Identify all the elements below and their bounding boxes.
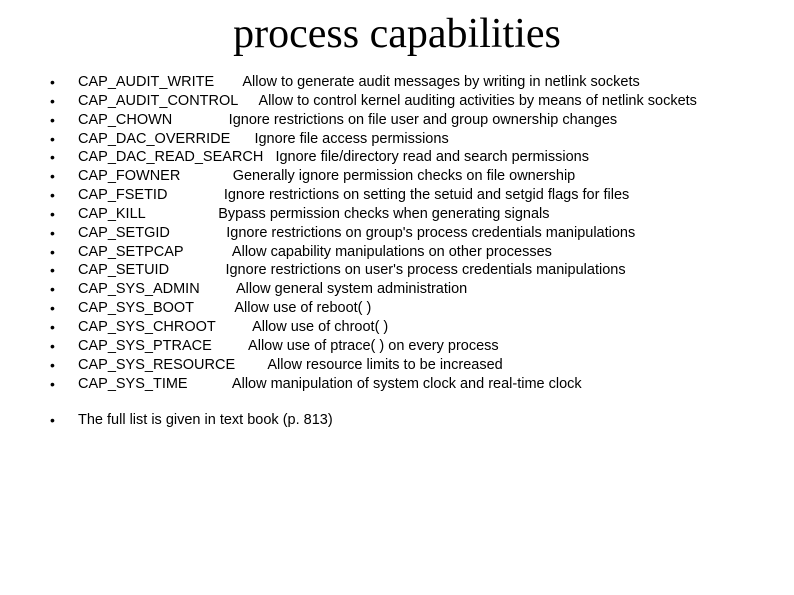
capability-item: CAP_FSETID Ignore restrictions on settin… (40, 186, 754, 205)
capability-name: CAP_SYS_RESOURCE (78, 357, 235, 373)
capability-name: CAP_KILL (78, 206, 146, 222)
capability-name: CAP_AUDIT_WRITE (78, 74, 214, 90)
capability-item: CAP_DAC_READ_SEARCH Ignore file/director… (40, 148, 754, 167)
capability-description: Allow to control kernel auditing activit… (259, 93, 697, 109)
capability-description: Ignore file/directory read and search pe… (275, 149, 589, 165)
capability-name: CAP_SETUID (78, 262, 169, 278)
capability-description: Ignore restrictions on file user and gro… (229, 112, 618, 128)
capability-description: Bypass permission checks when generating… (218, 206, 549, 222)
capability-name: CAP_CHOWN (78, 112, 172, 128)
capabilities-list: CAP_AUDIT_WRITE Allow to generate audit … (40, 73, 754, 393)
footer-list: The full list is given in text book (p. … (40, 411, 754, 430)
capability-description: Ignore restrictions on group's process c… (226, 225, 635, 241)
capability-name: CAP_SYS_CHROOT (78, 319, 216, 335)
capability-item: CAP_FOWNER Generally ignore permission c… (40, 167, 754, 186)
capability-description: Allow use of chroot( ) (252, 319, 388, 335)
capability-item: CAP_SYS_BOOT Allow use of reboot( ) (40, 299, 754, 318)
capability-item: CAP_KILL Bypass permission checks when g… (40, 205, 754, 224)
capability-description: Allow use of reboot( ) (234, 300, 371, 316)
capability-item: CAP_AUDIT_WRITE Allow to generate audit … (40, 73, 754, 92)
capability-description: Generally ignore permission checks on fi… (233, 168, 576, 184)
capability-name: CAP_SYS_TIME (78, 376, 188, 392)
capability-description: Allow to generate audit messages by writ… (242, 74, 639, 90)
capability-description: Allow general system administration (236, 281, 467, 297)
capability-name: CAP_SYS_PTRACE (78, 338, 212, 354)
capability-description: Ignore restrictions on setting the setui… (224, 187, 629, 203)
capability-description: Allow use of ptrace( ) on every process (248, 338, 499, 354)
capability-name: CAP_DAC_OVERRIDE (78, 131, 230, 147)
capability-description: Ignore restrictions on user's process cr… (225, 262, 625, 278)
capability-name: CAP_FSETID (78, 187, 167, 203)
capability-item: CAP_SYS_ADMIN Allow general system admin… (40, 280, 754, 299)
capability-description: Ignore file access permissions (254, 131, 448, 147)
capability-item: CAP_SYS_CHROOT Allow use of chroot( ) (40, 318, 754, 337)
capability-name: CAP_AUDIT_CONTROL (78, 93, 238, 109)
capability-item: CAP_DAC_OVERRIDE Ignore file access perm… (40, 130, 754, 149)
capability-description: Allow resource limits to be increased (267, 357, 502, 373)
capability-item: CAP_SETPCAP Allow capability manipulatio… (40, 243, 754, 262)
capability-name: CAP_SYS_BOOT (78, 300, 194, 316)
capability-item: CAP_CHOWN Ignore restrictions on file us… (40, 111, 754, 130)
capability-name: CAP_SETGID (78, 225, 170, 241)
footer-note: The full list is given in text book (p. … (40, 411, 754, 430)
capability-item: CAP_SYS_PTRACE Allow use of ptrace( ) on… (40, 337, 754, 356)
capability-name: CAP_DAC_READ_SEARCH (78, 149, 263, 165)
capability-description: Allow capability manipulations on other … (232, 244, 552, 260)
capability-item: CAP_SETUID Ignore restrictions on user's… (40, 261, 754, 280)
capability-item: CAP_AUDIT_CONTROL Allow to control kerne… (40, 92, 754, 111)
slide-container: process capabilities CAP_AUDIT_WRITE All… (0, 0, 794, 440)
capability-name: CAP_SYS_ADMIN (78, 281, 200, 297)
capability-item: CAP_SETGID Ignore restrictions on group'… (40, 224, 754, 243)
capability-description: Allow manipulation of system clock and r… (232, 376, 582, 392)
slide-title: process capabilities (40, 10, 754, 58)
capability-item: CAP_SYS_RESOURCE Allow resource limits t… (40, 356, 754, 375)
capability-name: CAP_SETPCAP (78, 244, 184, 260)
capability-item: CAP_SYS_TIME Allow manipulation of syste… (40, 375, 754, 394)
capability-name: CAP_FOWNER (78, 168, 180, 184)
